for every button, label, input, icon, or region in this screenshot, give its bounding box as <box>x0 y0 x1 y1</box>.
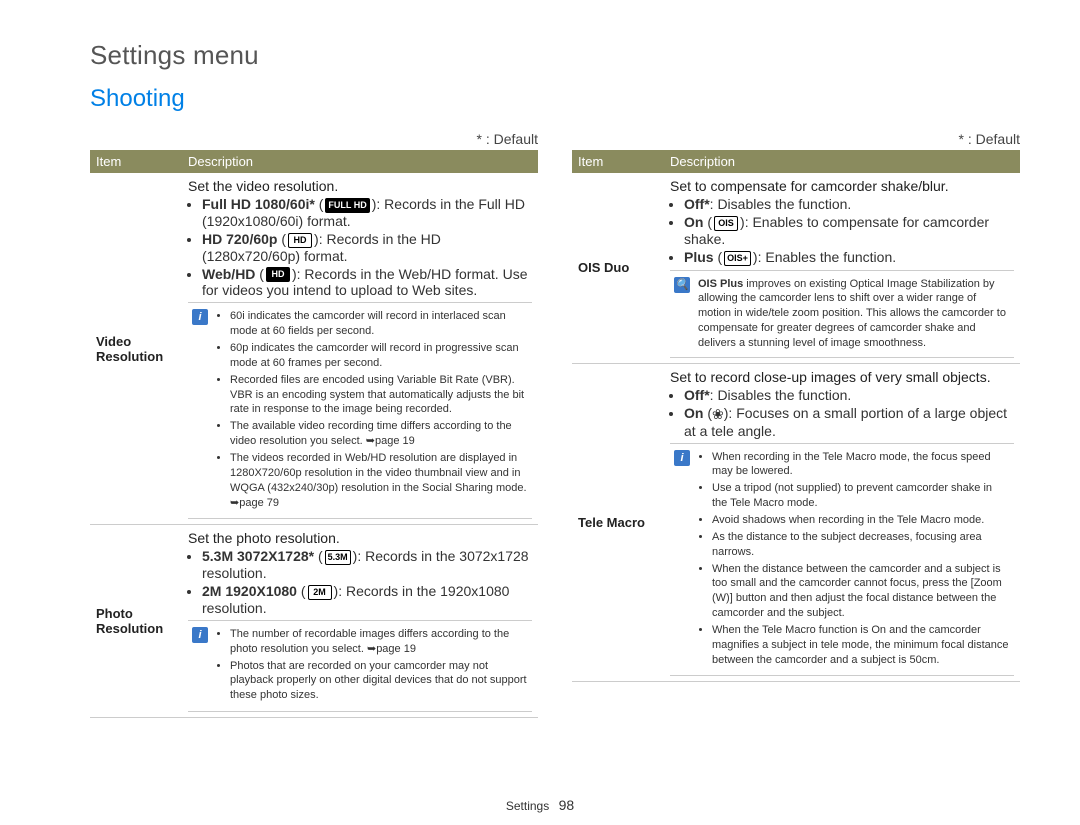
row-desc: Set to compensate for camcorder shake/bl… <box>664 173 1020 363</box>
info-icon: i <box>192 309 208 325</box>
settings-table: Item Description Video Resolution Set th… <box>90 150 538 718</box>
list-item: Full HD 1080/60i* (FULL HD): Records in … <box>202 196 532 229</box>
table-header-item: Item <box>90 150 182 173</box>
list-item: Photos that are recorded on your camcord… <box>230 659 528 704</box>
row-lead: Set the video resolution. <box>188 178 532 194</box>
list-item: Off*: Disables the function. <box>684 196 1014 212</box>
page-footer: Settings 98 <box>0 797 1080 813</box>
info-note: i The number of recordable images differ… <box>188 620 532 712</box>
list-item: On (❀): Focuses on a small portion of a … <box>684 405 1014 439</box>
list-item: 5.3M 3072X1728* (5.3M): Records in the 3… <box>202 548 532 581</box>
option-name: On <box>684 214 703 230</box>
option-name: Plus <box>684 249 714 265</box>
list-item: Web/HD (HD): Records in the Web/HD forma… <box>202 266 532 299</box>
settings-table: Item Description OIS Duo Set to compensa… <box>572 150 1020 682</box>
right-column: * : Default Item Description OIS Duo Set… <box>572 131 1020 718</box>
list-item: Off*: Disables the function. <box>684 387 1014 403</box>
breadcrumb-heading: Settings menu <box>90 40 1020 71</box>
option-list: Off*: Disables the function. On (❀): Foc… <box>684 387 1014 439</box>
section-heading: Shooting <box>90 85 1020 113</box>
web-hd-icon: HD <box>266 267 290 282</box>
5-3m-icon: 5.3M <box>325 550 351 565</box>
two-column-layout: * : Default Item Description Video Resol… <box>90 131 1020 718</box>
bold-term: OIS Plus <box>698 278 743 290</box>
row-lead: Set to record close-up images of very sm… <box>670 369 1014 385</box>
list-item: HD 720/60p (HD): Records in the HD (1280… <box>202 231 532 264</box>
left-column: * : Default Item Description Video Resol… <box>90 131 538 718</box>
option-list: 5.3M 3072X1728* (5.3M): Records in the 3… <box>202 548 532 616</box>
2m-icon: 2M <box>308 585 332 600</box>
ois-plus-icon: OIS+ <box>724 251 751 266</box>
option-list: Off*: Disables the function. On (OIS): E… <box>684 196 1014 266</box>
default-legend: * : Default <box>90 131 538 147</box>
info-icon: i <box>674 450 690 466</box>
list-item: When recording in the Tele Macro mode, t… <box>712 450 1010 480</box>
option-name: HD 720/60p <box>202 231 277 247</box>
page-number: 98 <box>559 797 575 813</box>
list-item: 2M 1920X1080 (2M): Records in the 1920x1… <box>202 583 532 616</box>
list-item: The number of recordable images differs … <box>230 627 528 657</box>
footer-label: Settings <box>506 799 549 813</box>
row-lead: Set the photo resolution. <box>188 530 532 546</box>
info-paragraph: OIS Plus improves on existing Optical Im… <box>698 277 1010 351</box>
full-hd-icon: FULL HD <box>325 198 369 213</box>
fine-print-list: 60i indicates the camcorder will record … <box>230 309 528 512</box>
info-note: i 60i indicates the camcorder will recor… <box>188 302 532 519</box>
hd-icon: HD <box>288 233 312 248</box>
list-item: Use a tripod (not supplied) to prevent c… <box>712 481 1010 511</box>
option-name: Off* <box>684 387 710 403</box>
option-name: 5.3M 3072X1728* <box>202 548 314 564</box>
option-name: Off* <box>684 196 710 212</box>
table-row: Video Resolution Set the video resolutio… <box>90 173 538 525</box>
list-item: When the distance between the camcorder … <box>712 562 1010 621</box>
list-item: Avoid shadows when recording in the Tele… <box>712 513 1010 528</box>
manual-page: Settings menu Shooting * : Default Item … <box>0 0 1080 825</box>
table-header-item: Item <box>572 150 664 173</box>
row-label-ois-duo: OIS Duo <box>572 173 664 363</box>
row-label-video-resolution: Video Resolution <box>90 173 182 525</box>
option-text: : Enables the function. <box>758 249 897 265</box>
row-label-tele-macro: Tele Macro <box>572 363 664 682</box>
ois-on-icon: OIS <box>714 216 738 231</box>
option-name: On <box>684 405 703 421</box>
magnifier-icon: 🔍 <box>674 277 690 293</box>
fine-print-list: When recording in the Tele Macro mode, t… <box>712 450 1010 670</box>
option-name: 2M 1920X1080 <box>202 583 297 599</box>
fine-print-list: The number of recordable images differs … <box>230 627 528 705</box>
list-item: Plus (OIS+): Enables the function. <box>684 249 1014 266</box>
list-item: As the distance to the subject decreases… <box>712 530 1010 560</box>
flower-icon: ❀ <box>712 406 724 422</box>
list-item: The videos recorded in Web/HD resolution… <box>230 451 528 510</box>
row-desc: Set the photo resolution. 5.3M 3072X1728… <box>182 525 538 718</box>
list-item: 60p indicates the camcorder will record … <box>230 341 528 371</box>
default-legend: * : Default <box>572 131 1020 147</box>
row-label-photo-resolution: Photo Resolution <box>90 525 182 718</box>
row-lead: Set to compensate for camcorder shake/bl… <box>670 178 1014 194</box>
option-text: : Disables the function. <box>710 196 852 212</box>
row-desc: Set the video resolution. Full HD 1080/6… <box>182 173 538 525</box>
table-row: Photo Resolution Set the photo resolutio… <box>90 525 538 718</box>
option-name: Web/HD <box>202 266 255 282</box>
info-note: i When recording in the Tele Macro mode,… <box>670 443 1014 677</box>
info-text: improves on existing Optical Image Stabi… <box>698 278 1006 349</box>
info-icon: i <box>192 627 208 643</box>
table-header-desc: Description <box>182 150 538 173</box>
list-item: 60i indicates the camcorder will record … <box>230 309 528 339</box>
option-text: : Disables the function. <box>710 387 852 403</box>
option-text: : Focuses on a small portion of a large … <box>684 405 1007 439</box>
list-item: On (OIS): Enables to compensate for camc… <box>684 214 1014 247</box>
option-list: Full HD 1080/60i* (FULL HD): Records in … <box>202 196 532 298</box>
table-row: OIS Duo Set to compensate for camcorder … <box>572 173 1020 363</box>
list-item: When the Tele Macro function is On and t… <box>712 623 1010 668</box>
list-item: The available video recording time diffe… <box>230 419 528 449</box>
table-row: Tele Macro Set to record close-up images… <box>572 363 1020 682</box>
info-note: 🔍 OIS Plus improves on existing Optical … <box>670 270 1014 358</box>
row-desc: Set to record close-up images of very sm… <box>664 363 1020 682</box>
table-header-desc: Description <box>664 150 1020 173</box>
option-name: Full HD 1080/60i* <box>202 196 315 212</box>
list-item: Recorded files are encoded using Variabl… <box>230 373 528 418</box>
